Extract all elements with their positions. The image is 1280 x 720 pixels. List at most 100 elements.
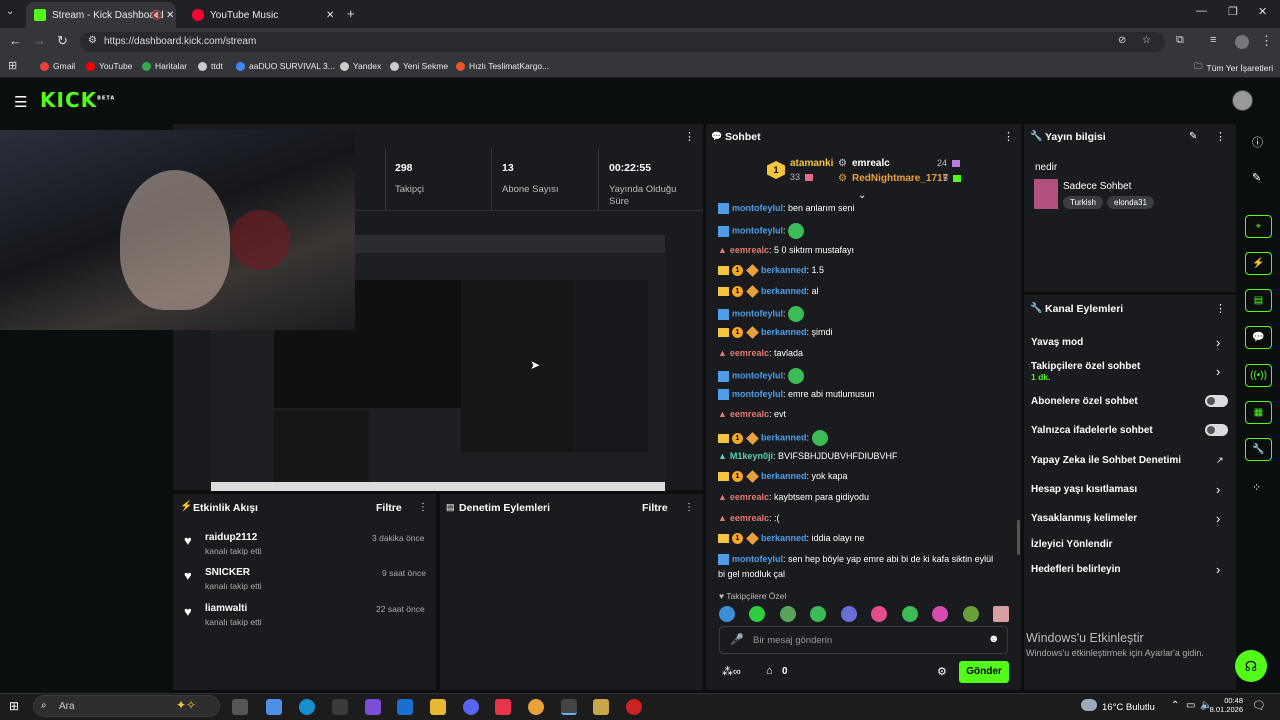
reload-icon[interactable]: ↻	[57, 33, 68, 49]
stream-panel-menu-icon[interactable]: ⋮	[684, 130, 695, 143]
chevron-right-icon[interactable]: ›	[1216, 562, 1220, 577]
m365-icon[interactable]	[365, 699, 381, 715]
back-icon[interactable]: ←	[9, 33, 22, 48]
discord-icon[interactable]	[463, 699, 479, 715]
taskbar-search[interactable]: ⌕ Ara ✦✧	[33, 695, 220, 717]
hamburger-menu-icon[interactable]: ☰	[14, 93, 27, 111]
emote-icon[interactable]	[719, 606, 735, 622]
action-ai-moderation[interactable]: Yapay Zeka ile Sohbet Denetimi	[1031, 455, 1181, 466]
chat-user[interactable]: M1keyn0ji	[730, 451, 773, 461]
send-button[interactable]: Gönder	[959, 661, 1009, 683]
site-info-icon[interactable]: ⚙	[88, 35, 97, 46]
store-app-icon[interactable]	[332, 699, 348, 715]
chevron-right-icon[interactable]: ›	[1216, 482, 1220, 497]
league-icon[interactable]	[593, 699, 609, 715]
activity-user[interactable]: raidup2112	[205, 532, 257, 543]
kick-logo[interactable]: KICKBETA	[40, 88, 115, 112]
leaderboard-third-name[interactable]: RedNightmare_1717	[852, 173, 948, 184]
all-bookmarks[interactable]: 🗀 Tüm Yer İşaretleri	[1194, 61, 1273, 75]
action-slow-mode[interactable]: Yavaş mod	[1031, 337, 1083, 348]
media-icon[interactable]: ≡	[1210, 34, 1216, 46]
chat-user[interactable]: montofeylul	[732, 225, 783, 235]
obs-icon[interactable]	[626, 699, 642, 715]
chat-user[interactable]: eemrealc	[730, 348, 769, 358]
outlook-icon[interactable]	[397, 699, 413, 715]
app-icon[interactable]	[495, 699, 511, 715]
close-window-icon[interactable]: ✕	[1258, 5, 1267, 18]
bookmark-youtube[interactable]: YouTube	[86, 61, 132, 71]
user-avatar[interactable]	[1232, 90, 1253, 111]
windows-start-icon[interactable]: ⊞	[9, 699, 19, 713]
emotes-only-toggle[interactable]	[1205, 424, 1228, 436]
weather-cloud-icon[interactable]	[1081, 699, 1097, 711]
pencil-icon[interactable]: ✎	[1252, 171, 1261, 184]
broadcast-icon[interactable]: ((•))	[1245, 364, 1272, 387]
layout-icon[interactable]: ⁘	[1252, 481, 1261, 494]
weather-text[interactable]: 16°C Bulutlu	[1102, 702, 1155, 713]
chevron-right-icon[interactable]: ›	[1216, 511, 1220, 526]
chat-user[interactable]: montofeylul	[732, 203, 783, 213]
store-icon[interactable]: ⌂	[766, 665, 773, 677]
edit-pencil-icon[interactable]: ✎	[1189, 131, 1197, 142]
copilot-icon[interactable]	[266, 699, 282, 715]
chat-scrollbar[interactable]	[1017, 520, 1020, 555]
chat-user[interactable]: montofeylul	[732, 554, 783, 564]
clock[interactable]: 00:48 8.01.2026	[1207, 696, 1243, 714]
clipboard-icon[interactable]: ▤	[1245, 289, 1272, 312]
network-icon[interactable]: ▭	[1186, 700, 1195, 711]
lightning-icon[interactable]: ⚡	[1245, 252, 1272, 275]
chrome-active-icon[interactable]	[561, 699, 577, 715]
mic-icon[interactable]: 🎤	[730, 633, 744, 646]
close-tab-icon[interactable]: ✕	[166, 10, 174, 21]
emote-icon[interactable]	[749, 606, 766, 622]
activity-user[interactable]: SNICKER	[205, 567, 250, 578]
chat-user[interactable]: berkanned	[761, 471, 807, 481]
mute-tab-icon[interactable]: 🔇	[151, 10, 162, 21]
bookmark-aaduo[interactable]: aaDUO SURVIVAL 3...	[236, 61, 335, 71]
chat-user[interactable]: eemrealc	[730, 492, 769, 502]
points-icon[interactable]: ⁂∞	[722, 665, 741, 678]
chat-user[interactable]: eemrealc	[730, 409, 769, 419]
moderation-menu-icon[interactable]: ⋮	[684, 502, 694, 513]
chevron-right-icon[interactable]: ›	[1216, 364, 1220, 379]
chat-menu-icon[interactable]: ⋮	[1003, 130, 1014, 143]
target-icon[interactable]: ⌖	[1245, 215, 1272, 238]
tab-kick-dashboard[interactable]: Stream - Kick Dashboard 🔇 ✕	[26, 2, 176, 28]
activity-icon[interactable]: ▦	[1245, 401, 1272, 424]
action-emotes-only[interactable]: Yalnızca ifadelerle sohbet	[1031, 425, 1153, 436]
emote-icon[interactable]	[932, 606, 949, 622]
action-subscribers-only[interactable]: Abonelere özel sohbet	[1031, 396, 1138, 407]
chat-user[interactable]: eemrealc	[730, 245, 769, 255]
profile-avatar[interactable]	[1235, 35, 1249, 49]
chat-user[interactable]: berkanned	[761, 533, 807, 543]
action-followers-only[interactable]: Takipçilere özel sohbet	[1031, 361, 1140, 372]
bookmark-yandex[interactable]: Yandex	[340, 61, 381, 71]
close-tab-icon[interactable]: ✕	[326, 10, 334, 21]
action-account-age[interactable]: Hesap yaşı kısıtlaması	[1031, 484, 1137, 495]
activity-filter-button[interactable]: Filtre	[376, 502, 402, 514]
emoji-icon[interactable]: ☻	[988, 633, 1000, 645]
category-name[interactable]: Sadece Sohbet	[1063, 181, 1131, 192]
leaderboard-first-name[interactable]: atamanki	[790, 158, 833, 169]
external-link-icon[interactable]: ↗	[1216, 455, 1224, 466]
category-thumbnail[interactable]	[1034, 179, 1058, 209]
menu-icon[interactable]: ⋮	[1260, 33, 1273, 49]
action-set-goals[interactable]: Hedefleri belirleyin	[1031, 564, 1120, 575]
edge-icon[interactable]	[299, 699, 315, 715]
bookmark-star-icon[interactable]: ☆	[1142, 35, 1151, 46]
bookmark-haritalar[interactable]: Haritalar	[142, 61, 187, 71]
action-raid-viewers[interactable]: İzleyici Yönlendir	[1031, 539, 1113, 550]
chat-user[interactable]: berkanned	[761, 327, 807, 337]
emote-icon[interactable]	[840, 606, 857, 622]
chat-user[interactable]: montofeylul	[732, 370, 783, 380]
bookmark-gmail[interactable]: Gmail	[40, 61, 75, 71]
chat-user[interactable]: berkanned	[761, 432, 807, 442]
activity-menu-icon[interactable]: ⋮	[418, 502, 428, 513]
tab-youtube-music[interactable]: YouTube Music ✕	[184, 2, 340, 28]
apps-grid-icon[interactable]: ⊞	[8, 59, 17, 72]
chat-settings-icon[interactable]: ⚙	[937, 665, 947, 678]
action-banned-words[interactable]: Yasaklanmış kelimeler	[1031, 513, 1137, 524]
emote-icon[interactable]	[992, 606, 1009, 622]
notification-icon[interactable]: 🗨	[1252, 699, 1266, 712]
info-icon[interactable]: ⓘ	[1252, 134, 1263, 150]
